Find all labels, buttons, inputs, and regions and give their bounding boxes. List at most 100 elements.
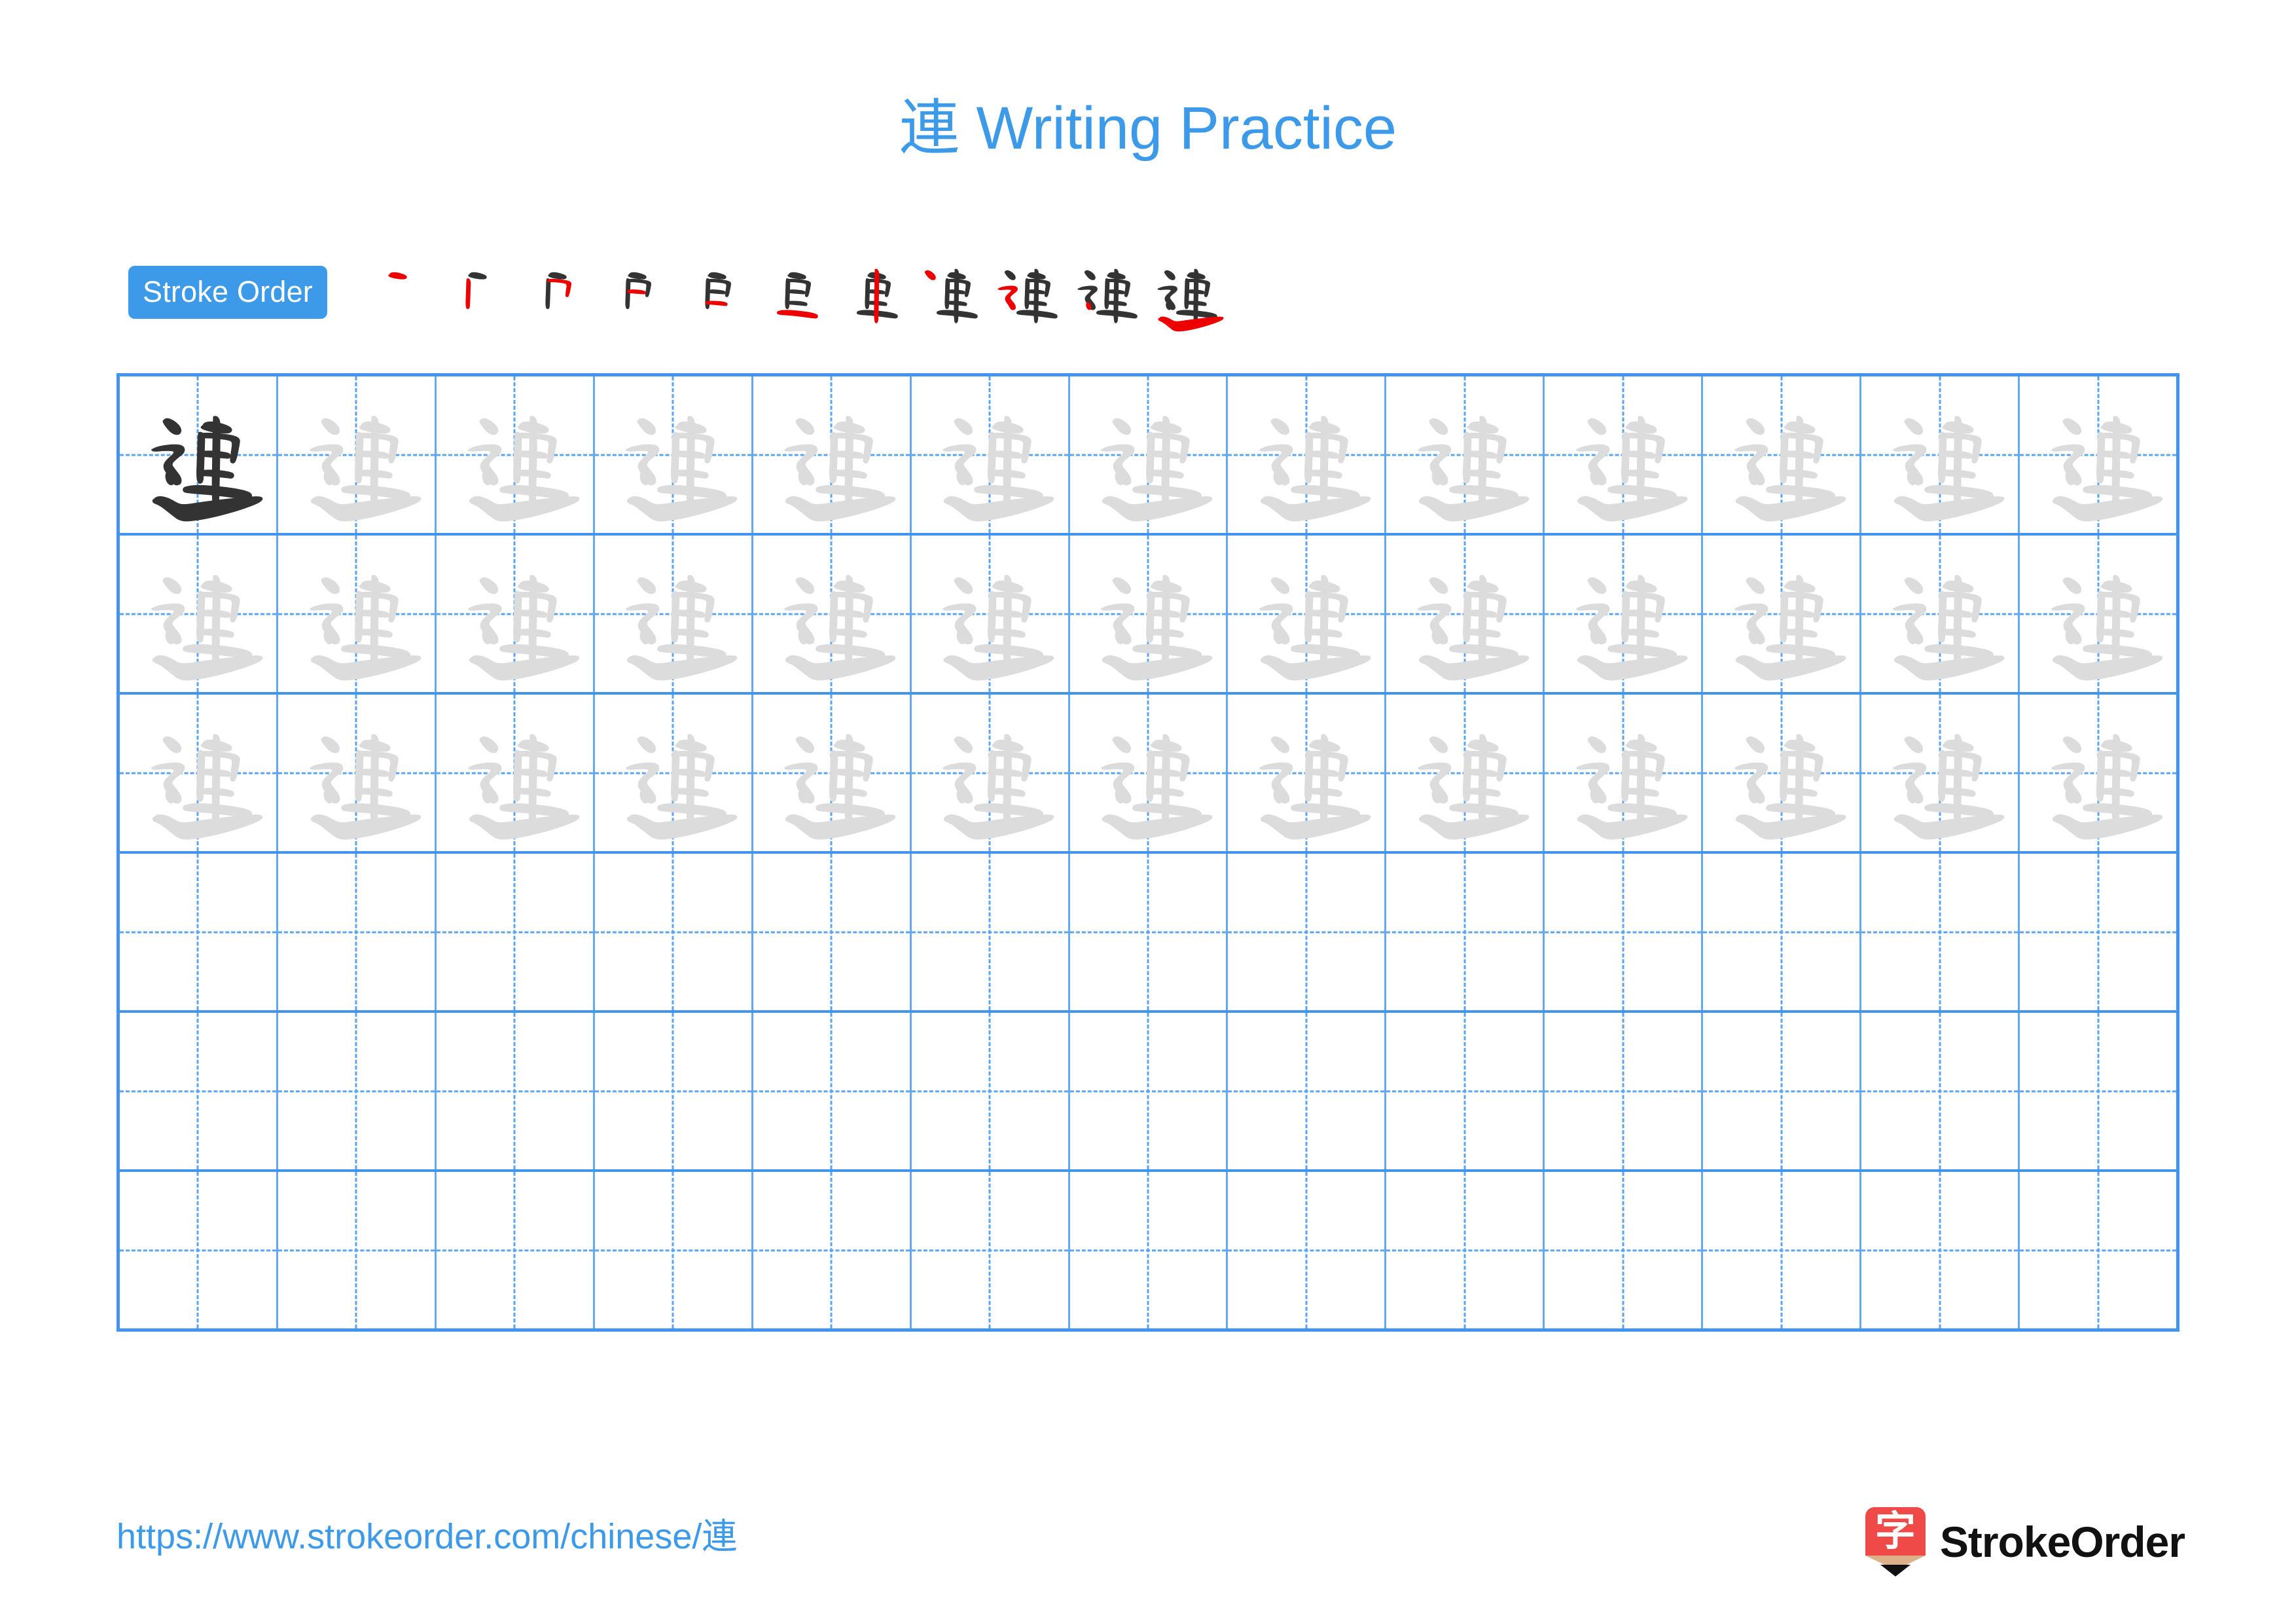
- practice-cell-empty[interactable]: [437, 854, 595, 1010]
- practice-cell-empty[interactable]: [1386, 1172, 1545, 1328]
- stroke-11: [2052, 496, 2163, 522]
- practice-cell-empty[interactable]: [437, 1013, 595, 1169]
- practice-cell-trace[interactable]: [595, 376, 753, 533]
- stroke-7: [2111, 733, 2121, 826]
- practice-cell-empty[interactable]: [437, 1172, 595, 1328]
- practice-cell-trace[interactable]: [120, 536, 278, 692]
- footer-url[interactable]: https://www.strokeorder.com/chinese/連: [117, 1519, 737, 1555]
- practice-cell-trace[interactable]: [2020, 376, 2176, 533]
- practice-cell-empty[interactable]: [1070, 1013, 1229, 1169]
- pencil-logo-character: 字: [1874, 1507, 1916, 1555]
- practice-cell-trace[interactable]: [1070, 695, 1229, 851]
- stroke-7: [211, 574, 221, 666]
- practice-cell-empty[interactable]: [1545, 1172, 1704, 1328]
- practice-cell-trace[interactable]: [278, 536, 437, 692]
- stroke-7: [1636, 415, 1645, 507]
- practice-cell-trace[interactable]: [1861, 376, 2020, 533]
- practice-cell-empty[interactable]: [595, 1013, 753, 1169]
- practice-cell-trace[interactable]: [912, 695, 1070, 851]
- practice-cell-trace[interactable]: [912, 536, 1070, 692]
- practice-cell-empty[interactable]: [1386, 1013, 1545, 1169]
- practice-cell-trace[interactable]: [437, 376, 595, 533]
- practice-cell-trace[interactable]: [1861, 695, 2020, 851]
- practice-cell-empty[interactable]: [1070, 854, 1229, 1010]
- practice-cell-empty[interactable]: [278, 854, 437, 1010]
- practice-cell-empty[interactable]: [2020, 1172, 2176, 1328]
- practice-cell-trace[interactable]: [2020, 695, 2176, 851]
- stroke-7: [1113, 268, 1119, 323]
- practice-cell-trace[interactable]: [2020, 536, 2176, 692]
- practice-cell-trace[interactable]: [1228, 376, 1387, 533]
- stroke-1: [628, 272, 647, 280]
- practice-cell-empty[interactable]: [1070, 1172, 1229, 1328]
- practice-cell-empty[interactable]: [2020, 854, 2176, 1010]
- practice-cell-trace[interactable]: [278, 695, 437, 851]
- practice-cell-trace[interactable]: [1228, 695, 1387, 851]
- practice-cell-empty[interactable]: [1545, 1013, 1704, 1169]
- practice-cell-trace[interactable]: [912, 376, 1070, 533]
- practice-cell-trace[interactable]: [1386, 695, 1545, 851]
- practice-cell-empty[interactable]: [595, 1172, 753, 1328]
- practice-cell-empty[interactable]: [1703, 1172, 1862, 1328]
- practice-cell-trace[interactable]: [1386, 536, 1545, 692]
- practice-cell-empty[interactable]: [2020, 1013, 2176, 1169]
- practice-grid-row: [120, 695, 2176, 854]
- stroke-7: [1636, 574, 1645, 666]
- practice-grid-row: [120, 536, 2176, 695]
- practice-cell-trace[interactable]: [437, 695, 595, 851]
- practice-cell-empty[interactable]: [1386, 854, 1545, 1010]
- stroke-8: [954, 577, 973, 594]
- practice-cell-empty[interactable]: [1861, 1172, 2020, 1328]
- practice-cell-trace[interactable]: [1861, 536, 2020, 692]
- practice-cell-trace[interactable]: [1703, 695, 1862, 851]
- practice-cell-empty[interactable]: [595, 854, 753, 1010]
- stroke-7: [1161, 415, 1171, 507]
- practice-cell-trace[interactable]: [595, 536, 753, 692]
- brand-logo[interactable]: 字 StrokeOrder: [1865, 1506, 2185, 1578]
- practice-cell-trace[interactable]: [753, 695, 912, 851]
- practice-cell-empty[interactable]: [120, 1013, 278, 1169]
- practice-cell-empty[interactable]: [1228, 1172, 1387, 1328]
- practice-cell-trace[interactable]: [1545, 536, 1704, 692]
- practice-cell-trace[interactable]: [1070, 536, 1229, 692]
- stroke-11: [1418, 655, 1530, 681]
- practice-cell-trace[interactable]: [1070, 376, 1229, 533]
- practice-cell-empty[interactable]: [1228, 854, 1387, 1010]
- practice-cell-empty[interactable]: [1861, 1013, 2020, 1169]
- practice-cell-trace[interactable]: [595, 695, 753, 851]
- practice-cell-trace[interactable]: [753, 536, 912, 692]
- practice-cell-trace[interactable]: [120, 695, 278, 851]
- stroke-8: [795, 418, 815, 435]
- practice-grid-row: [120, 376, 2176, 536]
- practice-cell-empty[interactable]: [912, 1013, 1070, 1169]
- practice-cell-empty[interactable]: [1703, 854, 1862, 1010]
- practice-cell-trace[interactable]: [1545, 695, 1704, 851]
- practice-cell-trace[interactable]: [753, 376, 912, 533]
- practice-cell-empty[interactable]: [1861, 854, 2020, 1010]
- practice-cell-trace[interactable]: [1386, 376, 1545, 533]
- stroke-8: [795, 577, 815, 594]
- practice-cell-empty[interactable]: [753, 1013, 912, 1169]
- stroke-11: [310, 814, 421, 840]
- practice-cell-trace[interactable]: [1228, 536, 1387, 692]
- practice-cell-empty[interactable]: [912, 854, 1070, 1010]
- practice-cell-empty[interactable]: [1228, 1013, 1387, 1169]
- practice-cell-empty[interactable]: [278, 1013, 437, 1169]
- practice-cell-trace[interactable]: [1545, 376, 1704, 533]
- practice-cell-trace[interactable]: [1703, 376, 1862, 533]
- practice-cell-empty[interactable]: [120, 854, 278, 1010]
- practice-cell-dark[interactable]: [120, 376, 278, 533]
- practice-cell-empty[interactable]: [912, 1172, 1070, 1328]
- trace-character: [2020, 376, 2176, 533]
- practice-cell-empty[interactable]: [278, 1172, 437, 1328]
- practice-cell-empty[interactable]: [120, 1172, 278, 1328]
- stroke-7: [1193, 268, 1199, 323]
- practice-cell-trace[interactable]: [437, 536, 595, 692]
- practice-cell-trace[interactable]: [278, 376, 437, 533]
- practice-cell-empty[interactable]: [753, 1172, 912, 1328]
- practice-cell-trace[interactable]: [1703, 536, 1862, 692]
- practice-cell-empty[interactable]: [1545, 854, 1704, 1010]
- practice-cell-empty[interactable]: [1703, 1013, 1862, 1169]
- stroke-8: [162, 736, 181, 754]
- practice-cell-empty[interactable]: [753, 854, 912, 1010]
